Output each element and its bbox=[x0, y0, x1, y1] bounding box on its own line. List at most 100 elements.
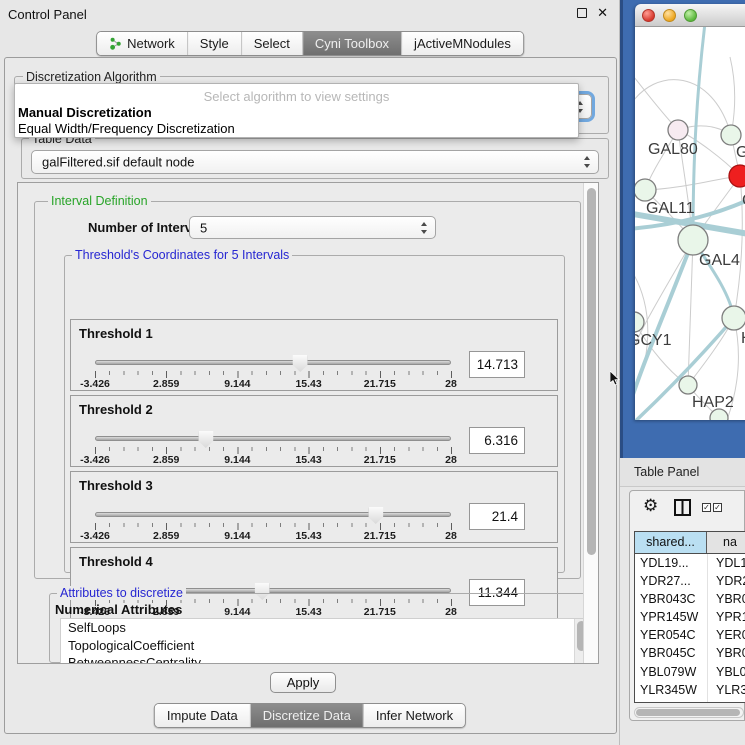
tab-discretize-data-label: Discretize Data bbox=[263, 704, 351, 727]
threshold-3-slider[interactable] bbox=[95, 512, 451, 517]
settings-scrollbar-thumb[interactable] bbox=[587, 188, 596, 555]
slider-tick-labels: -3.426 2.859 9.144 15.43 21.715 28 bbox=[95, 530, 451, 542]
tab-select[interactable]: Select bbox=[241, 32, 302, 55]
cell: YBR043C bbox=[635, 590, 707, 608]
combo-stepper-icon bbox=[584, 156, 591, 168]
algorithm-dropdown-popup: Select algorithm to view settings Manual… bbox=[14, 83, 579, 138]
network-canvas[interactable]: GAL80 GA C GAL11 GAL4 GCY1 H HAP2 bbox=[635, 27, 745, 420]
numerical-attributes-label: Numerical Attributes bbox=[55, 602, 182, 617]
table-row[interactable]: YBL079WYBL0 bbox=[635, 663, 745, 681]
application-window: Control Panel ✕ Network Style Select Cyn… bbox=[0, 0, 745, 745]
table-row[interactable]: YDR27...YDR2 bbox=[635, 572, 745, 590]
node-top-right[interactable] bbox=[721, 125, 741, 145]
threshold-1-value-field[interactable]: 14.713 bbox=[469, 351, 525, 378]
settings-vertical-scrollbar[interactable] bbox=[583, 183, 598, 664]
tab-select-label: Select bbox=[254, 32, 290, 55]
table-panel-header: Table Panel bbox=[620, 458, 745, 487]
close-traffic-light-icon[interactable] bbox=[642, 9, 655, 22]
column-header-name[interactable]: na bbox=[707, 532, 745, 553]
table-data-select[interactable]: galFiltered.sif default node bbox=[31, 150, 599, 174]
threshold-3-slider-handle[interactable] bbox=[368, 507, 383, 524]
combo-stepper-icon bbox=[421, 222, 428, 234]
threshold-2-panel: Threshold 2 -3.426 2.859 9.144 15.43 21.… bbox=[70, 395, 558, 467]
list-item[interactable]: SelfLoops bbox=[61, 619, 587, 637]
attribute-browser-panel: ⚙ ✓ ✓ shared... na YDL19...YDL1 YDR27...… bbox=[629, 490, 745, 721]
node-gal80[interactable] bbox=[668, 120, 688, 140]
algorithm-option-manual[interactable]: Manual Discretization bbox=[18, 105, 152, 120]
slider-major-ticks bbox=[95, 371, 452, 378]
float-window-icon[interactable] bbox=[577, 8, 587, 18]
tab-network[interactable]: Network bbox=[97, 32, 187, 55]
cell: YBL079W bbox=[635, 663, 707, 681]
cell: YLR3 bbox=[707, 681, 745, 699]
minimize-traffic-light-icon[interactable] bbox=[663, 9, 676, 22]
cell: YDL1 bbox=[707, 554, 745, 572]
close-icon[interactable]: ✕ bbox=[597, 5, 608, 21]
cell: YBR0 bbox=[707, 590, 745, 608]
tab-discretize-data[interactable]: Discretize Data bbox=[250, 704, 363, 727]
tab-style[interactable]: Style bbox=[187, 32, 241, 55]
table-horizontal-scrollbar[interactable] bbox=[634, 707, 744, 718]
number-of-intervals-value: 5 bbox=[200, 220, 207, 235]
cyni-mode-tabbar: Impute Data Discretize Data Infer Networ… bbox=[154, 703, 466, 728]
cell: YDL19... bbox=[635, 554, 707, 572]
column-header-shared-name[interactable]: shared... bbox=[635, 532, 707, 553]
threshold-2-slider[interactable] bbox=[95, 436, 451, 441]
network-window-titlebar[interactable] bbox=[635, 4, 745, 27]
gear-icon[interactable]: ⚙ bbox=[643, 496, 658, 516]
node-label-partial-g: GA bbox=[736, 144, 745, 161]
node-attribute-table[interactable]: shared... na YDL19...YDL1 YDR27...YDR2 Y… bbox=[634, 531, 745, 703]
apply-button[interactable]: Apply bbox=[270, 672, 336, 693]
tick-label: 9.144 bbox=[224, 378, 250, 390]
table-row[interactable]: YER054CYER0 bbox=[635, 626, 745, 644]
tab-impute-data[interactable]: Impute Data bbox=[155, 704, 250, 727]
network-view-window[interactable]: GAL80 GA C GAL11 GAL4 GCY1 H HAP2 bbox=[635, 4, 745, 420]
slider-major-ticks bbox=[95, 523, 452, 530]
cell: YLR345W bbox=[635, 681, 707, 699]
table-row[interactable]: YDL19...YDL1 bbox=[635, 554, 745, 572]
select-columns-icon[interactable]: ✓ ✓ bbox=[702, 503, 722, 512]
threshold-2-value-field[interactable]: 6.316 bbox=[469, 427, 525, 454]
node-gal11[interactable] bbox=[635, 179, 656, 201]
threshold-2-slider-handle[interactable] bbox=[198, 431, 213, 448]
table-row[interactable]: YBR043CYBR0 bbox=[635, 590, 745, 608]
threshold-1-slider-handle[interactable] bbox=[293, 355, 308, 372]
node-label-partial-h: H bbox=[741, 330, 745, 347]
cell: YDR2 bbox=[707, 572, 745, 590]
tab-style-label: Style bbox=[200, 32, 229, 55]
node-h[interactable] bbox=[722, 306, 745, 330]
tab-infer-network[interactable]: Infer Network bbox=[363, 704, 465, 727]
table-row[interactable]: YPR145WYPR1 bbox=[635, 608, 745, 626]
slider-major-ticks bbox=[95, 447, 452, 454]
threshold-4-label: Threshold 4 bbox=[79, 554, 153, 569]
threshold-1-slider[interactable] bbox=[95, 360, 451, 365]
tick-label: 9.144 bbox=[224, 454, 250, 466]
numerical-attributes-list[interactable]: SelfLoops TopologicalCoefficient Between… bbox=[60, 618, 588, 664]
number-of-intervals-select[interactable]: 5 bbox=[189, 216, 436, 239]
cell: YPR1 bbox=[707, 608, 745, 626]
threshold-1-label: Threshold 1 bbox=[79, 326, 153, 341]
table-row[interactable]: YIL052CYIL0 bbox=[635, 699, 745, 703]
tick-label: -3.426 bbox=[80, 454, 110, 466]
algorithm-option-equal-width[interactable]: Equal Width/Frequency Discretization bbox=[18, 121, 235, 136]
list-item[interactable]: BetweennessCentrality bbox=[61, 654, 587, 664]
threshold-2-label: Threshold 2 bbox=[79, 402, 153, 417]
node-hap2[interactable] bbox=[679, 376, 697, 394]
tab-jactivemnodules[interactable]: jActiveMNodules bbox=[401, 32, 523, 55]
list-item[interactable]: TopologicalCoefficient bbox=[61, 637, 587, 655]
tab-cyni-toolbox[interactable]: Cyni Toolbox bbox=[302, 32, 401, 55]
node-selected-red[interactable] bbox=[729, 165, 745, 187]
node-label-gal11: GAL11 bbox=[646, 200, 695, 217]
tick-label: 21.715 bbox=[364, 454, 396, 466]
node-gal4[interactable] bbox=[678, 225, 708, 255]
table-panel-toolbar: ⚙ ✓ ✓ bbox=[630, 491, 744, 527]
tick-label: 28 bbox=[445, 530, 457, 542]
zoom-traffic-light-icon[interactable] bbox=[684, 9, 697, 22]
table-scrollbar-thumb[interactable] bbox=[636, 709, 740, 716]
column-layout-icon[interactable] bbox=[674, 499, 691, 516]
threshold-3-value-field[interactable]: 21.4 bbox=[469, 503, 525, 530]
algorithm-placeholder-option: Select algorithm to view settings bbox=[15, 89, 578, 104]
table-row[interactable]: YBR045CYBR0 bbox=[635, 644, 745, 662]
table-header-row: shared... na bbox=[635, 532, 745, 554]
table-row[interactable]: YLR345WYLR3 bbox=[635, 681, 745, 699]
